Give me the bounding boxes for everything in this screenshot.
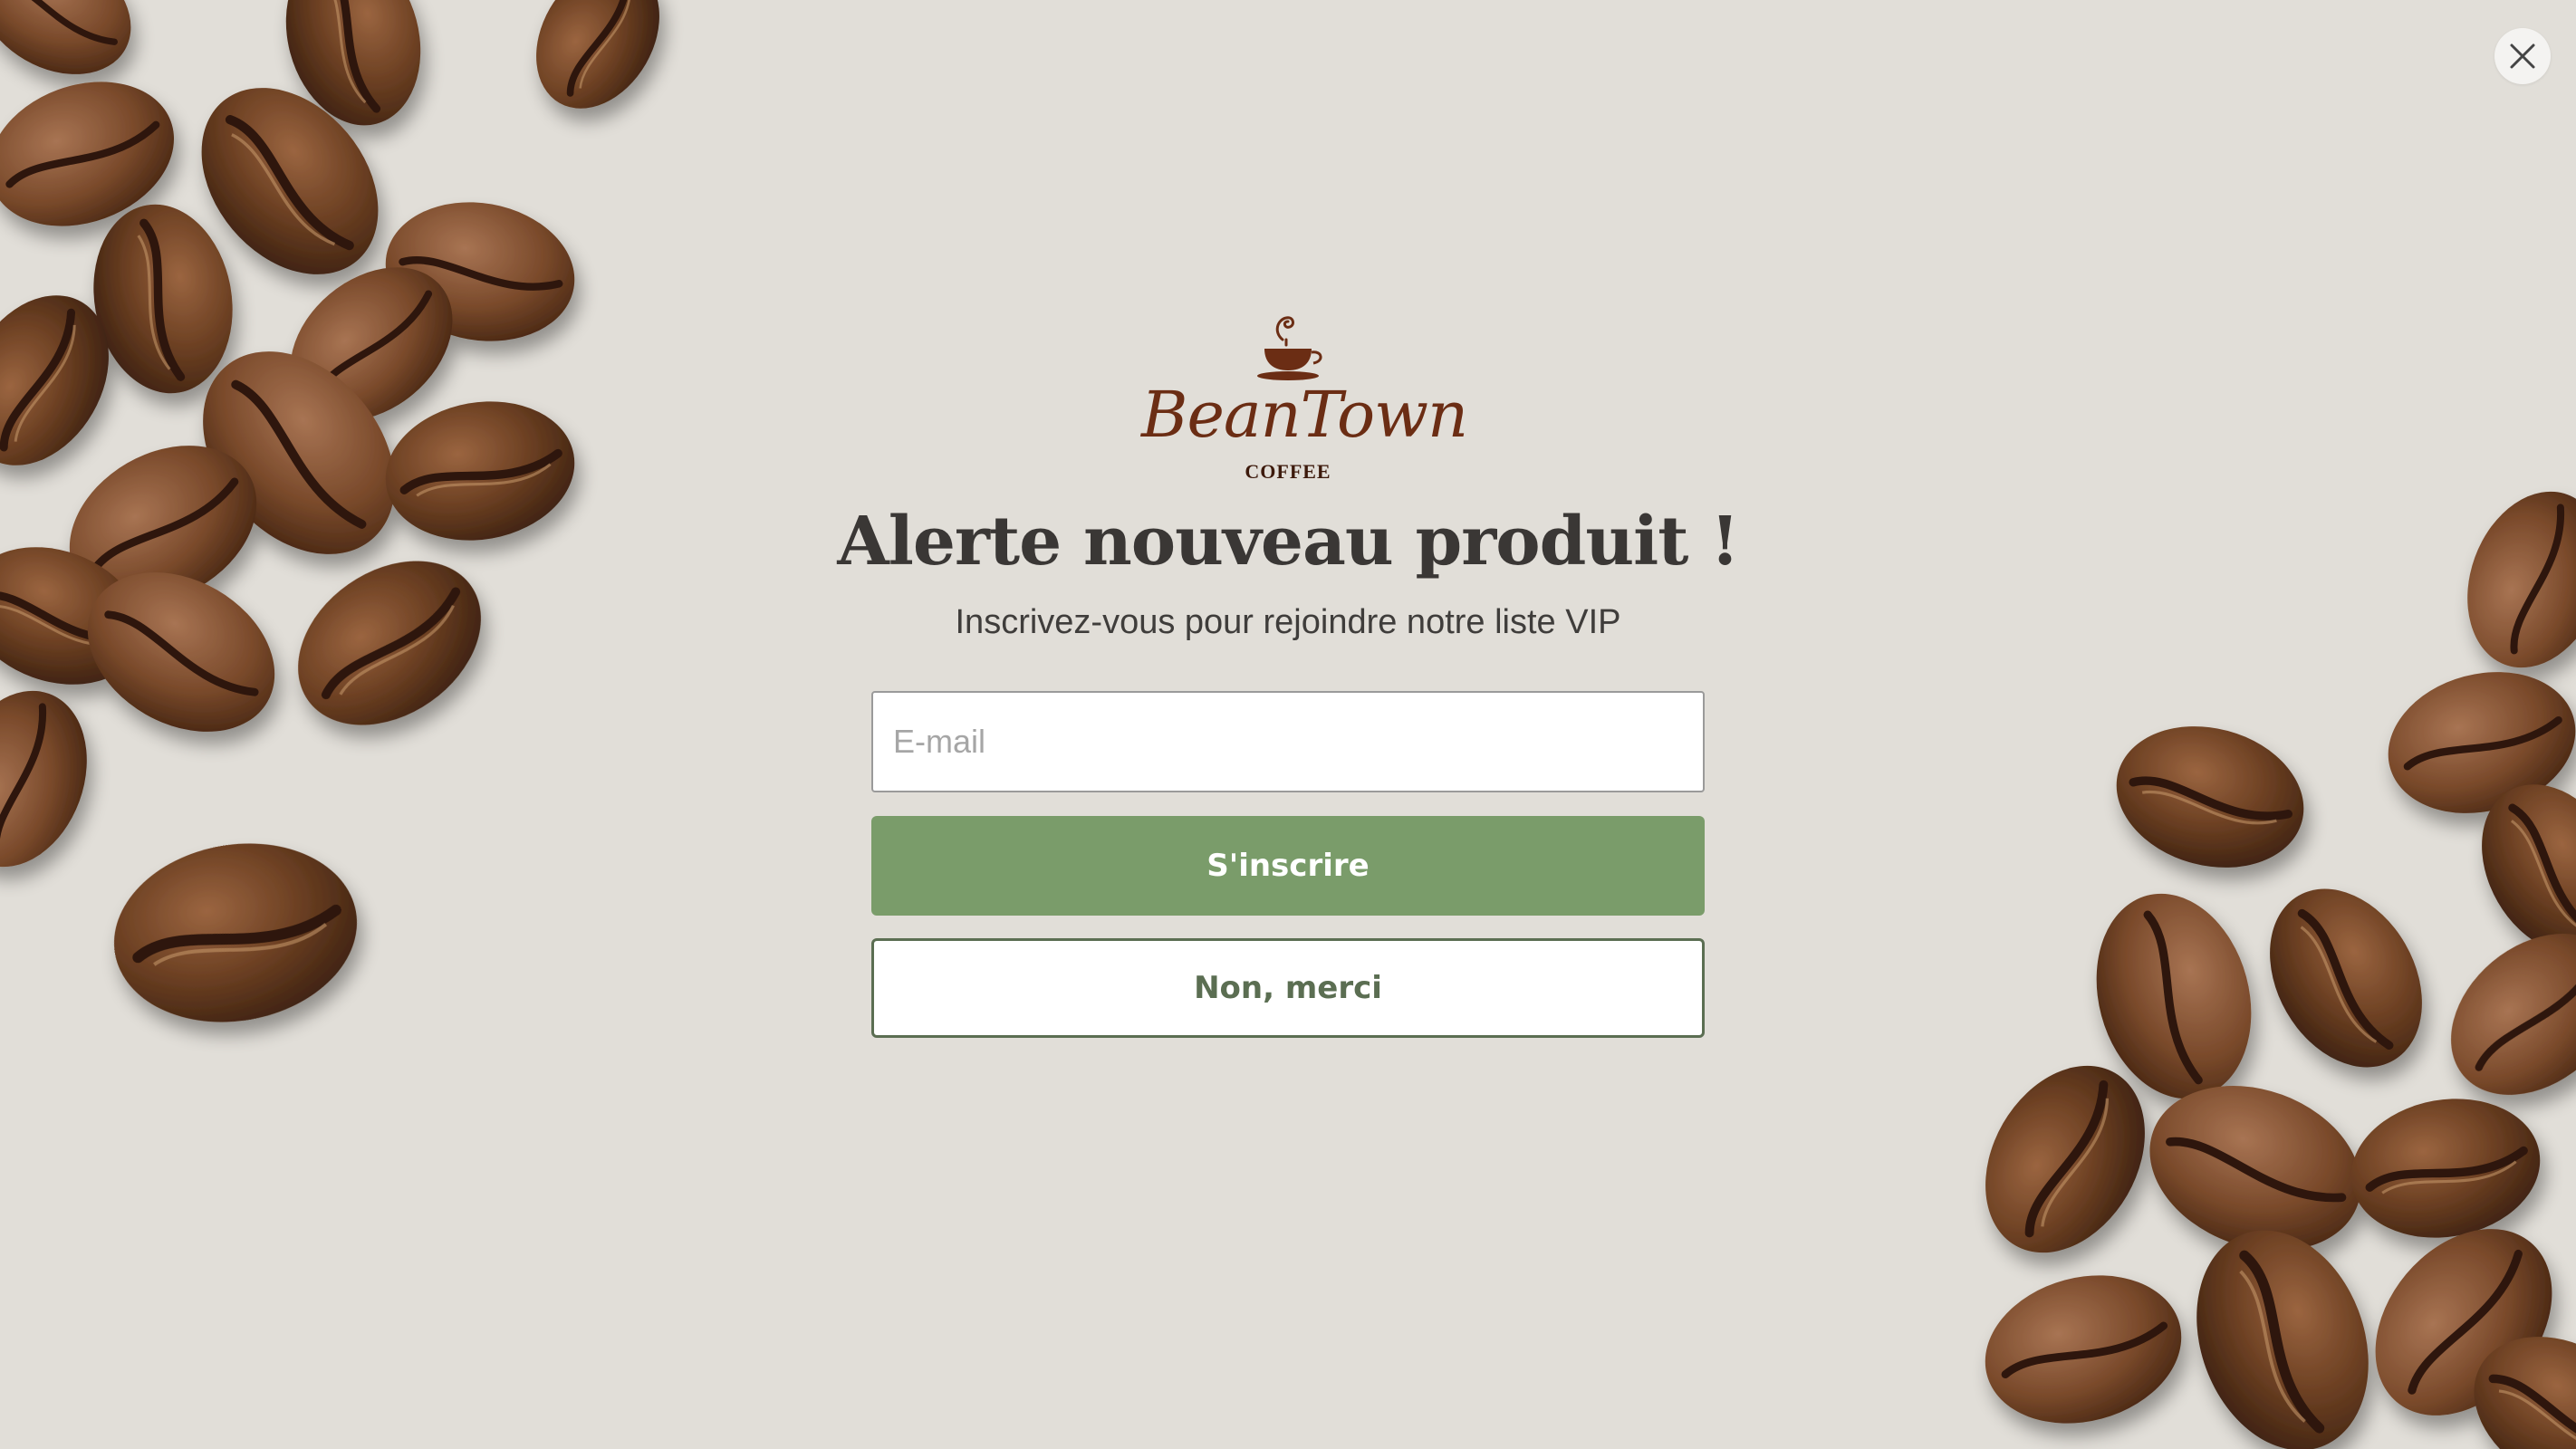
- no-thanks-button[interactable]: Non, merci: [871, 938, 1705, 1038]
- brand-subtitle: COFFEE: [1245, 460, 1331, 483]
- close-icon: [2508, 42, 2537, 71]
- close-button[interactable]: [2494, 28, 2551, 84]
- brand-logo: BeanTown COFFEE: [1141, 312, 1468, 489]
- popup-overlay: BeanTown COFFEE Alerte nouveau produit !…: [0, 0, 2576, 1449]
- subscribe-button[interactable]: S'inscrire: [871, 816, 1705, 916]
- popup-subtitle: Inscrivez-vous pour rejoindre notre list…: [955, 603, 1621, 641]
- popup-title: Alerte nouveau produit !: [837, 503, 1739, 581]
- email-field[interactable]: [871, 691, 1705, 792]
- coffee-cup-icon: [1246, 312, 1330, 387]
- brand-name: BeanTown: [1141, 378, 1468, 452]
